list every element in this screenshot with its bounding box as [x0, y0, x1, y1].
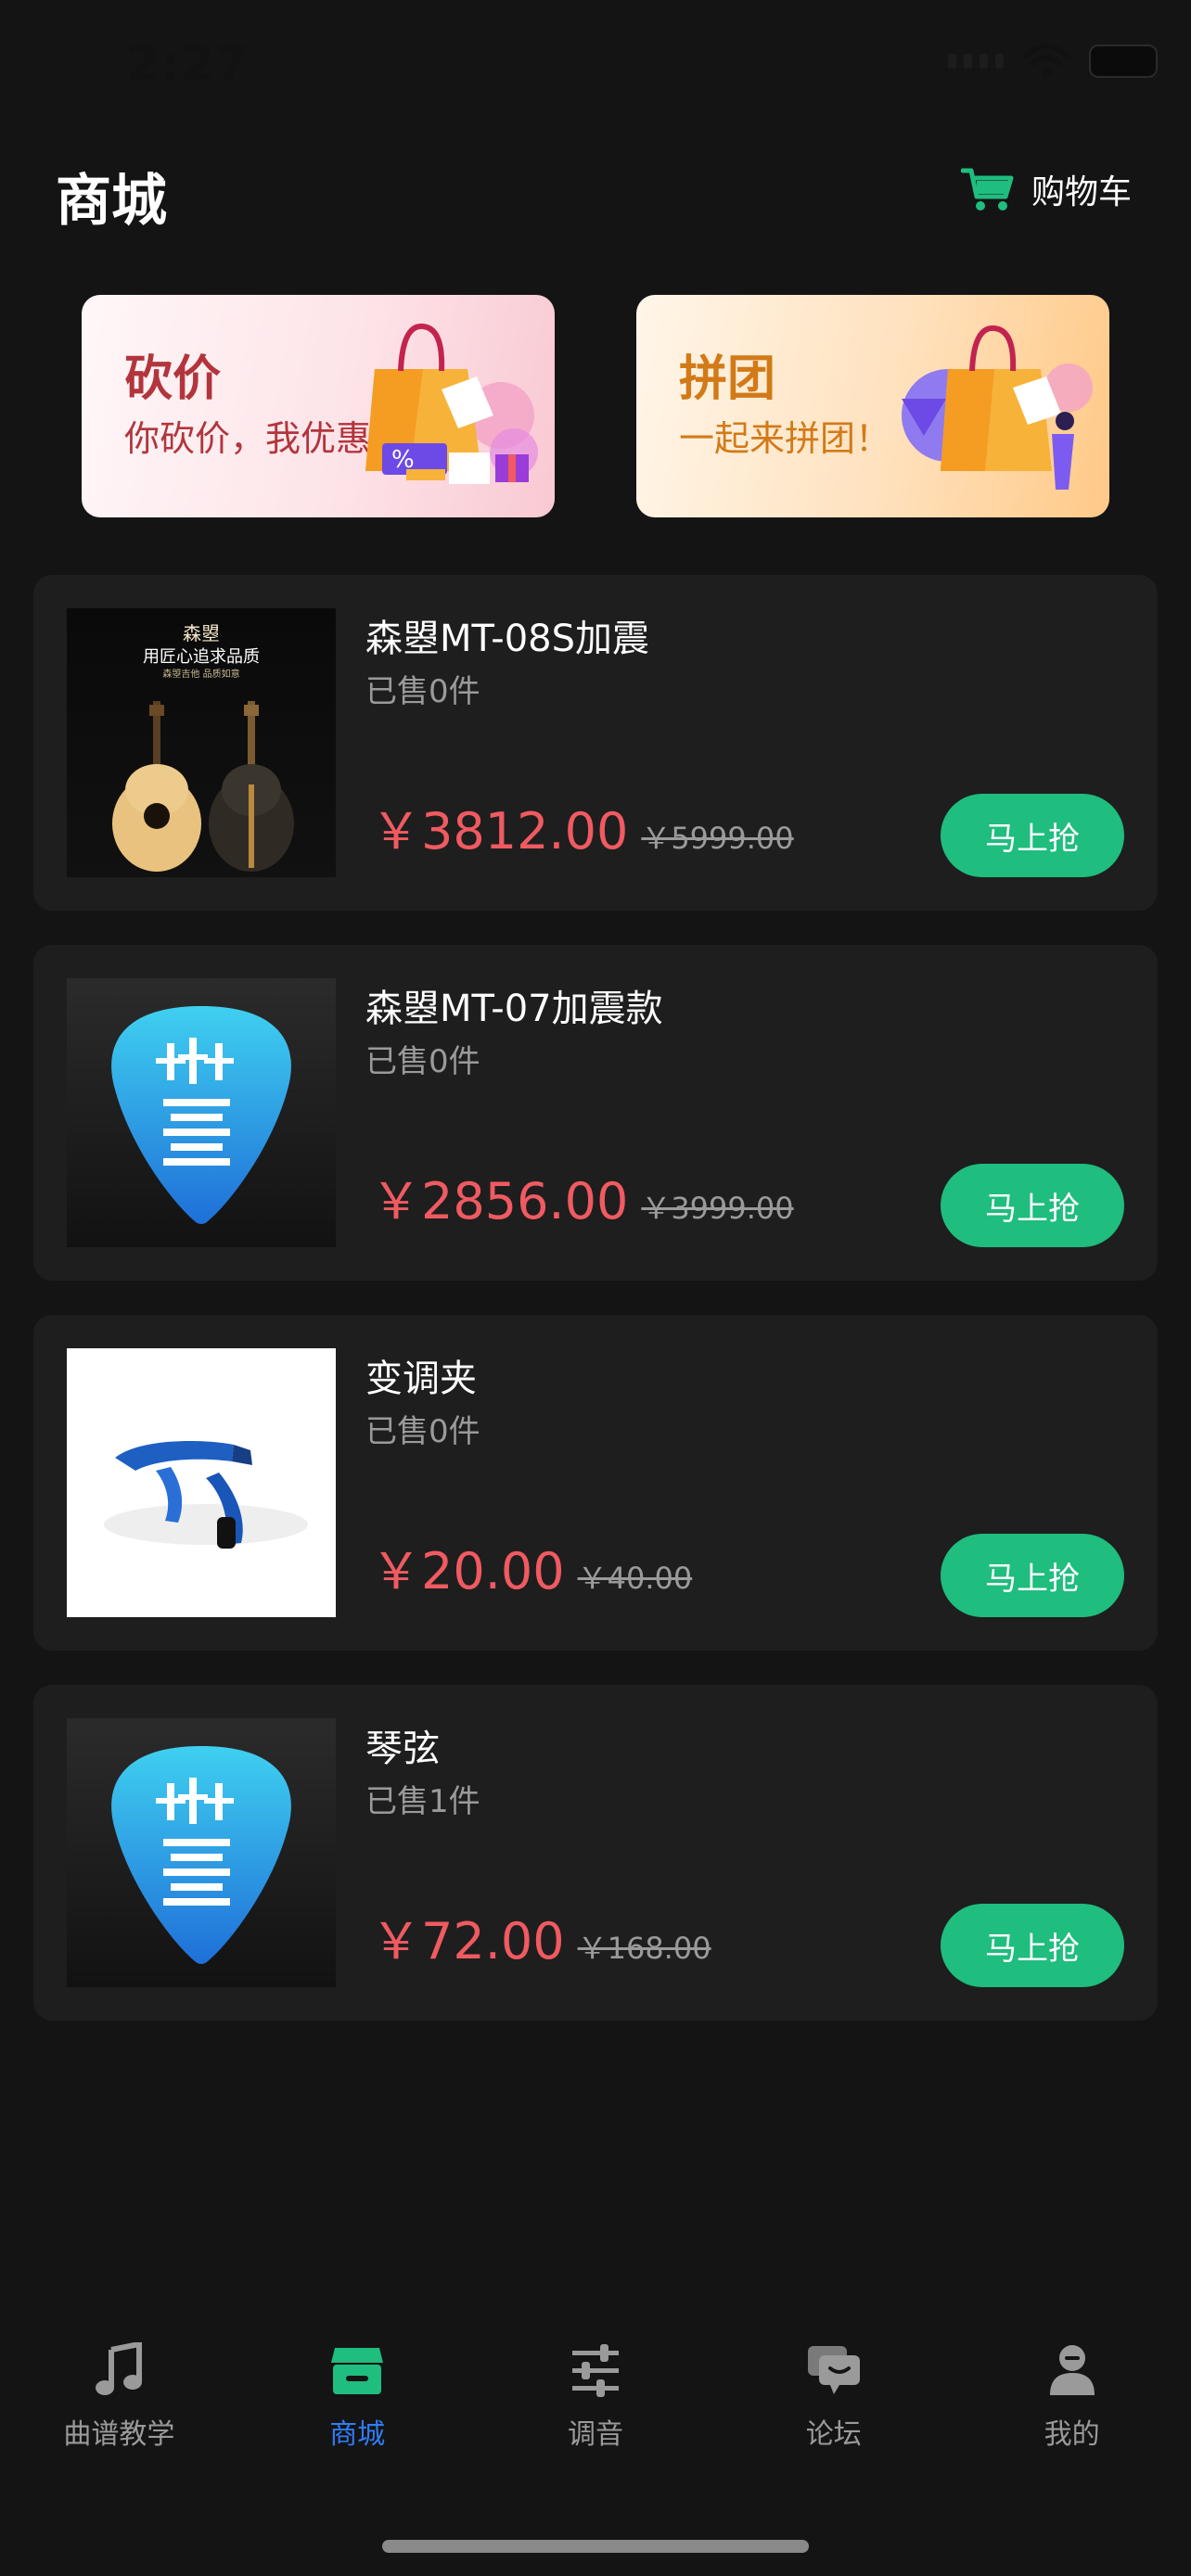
price-row: ￥3812.00 ￥5999.00: [371, 790, 794, 863]
status-icons: [948, 43, 1158, 80]
status-time: 2:27: [126, 37, 250, 93]
thumb-tagline: 用匠心追求品质: [143, 647, 260, 667]
home-indicator: [382, 2540, 809, 2553]
buy-now-button[interactable]: 马上抢: [941, 1164, 1124, 1247]
product-original-price: ￥168.00: [577, 1931, 711, 1966]
tab-profile[interactable]: 我的: [953, 2337, 1191, 2485]
product-image: [67, 1348, 336, 1617]
tab-store[interactable]: 商城: [238, 2337, 477, 2485]
product-sold-count: 已售0件: [365, 673, 480, 710]
thumb-brand: 森曌: [183, 622, 220, 644]
cart-button[interactable]: 购物车: [960, 165, 1132, 213]
buy-now-button[interactable]: 马上抢: [941, 794, 1124, 877]
tab-forum[interactable]: 论坛: [714, 2337, 953, 2485]
product-card[interactable]: 森曌MT-07加震款 已售0件 ￥2856.00 ￥3999.00 马上抢: [33, 945, 1158, 1281]
product-name: 森曌MT-07加震款: [365, 988, 663, 1030]
product-sold-count: 已售0件: [365, 1043, 480, 1080]
store-icon: [331, 2348, 384, 2394]
product-price: ￥2856.00: [371, 1172, 629, 1231]
status-bar: 2:27: [0, 0, 1191, 130]
sliders-icon: [571, 2344, 619, 2397]
product-card[interactable]: 变调夹 已售0件 ￥20.00 ￥40.00 马上抢: [33, 1315, 1158, 1651]
shopping-cart-icon: [960, 168, 1014, 210]
group-buy-banner[interactable]: 拼团 一起来拼团！: [636, 295, 1109, 517]
shopping-bag-illustration: %: [365, 323, 538, 484]
product-name: 琴弦: [365, 1728, 440, 1770]
user-icon: [1049, 2345, 1095, 2395]
group-buy-illustration: [902, 325, 1093, 490]
tab-label: 调音: [567, 2418, 623, 2451]
product-price: ￥72.00: [371, 1912, 565, 1970]
product-price: ￥20.00: [371, 1542, 565, 1600]
wifi-icon: [1023, 44, 1069, 77]
tab-sheet-music[interactable]: 曲谱教学: [0, 2337, 238, 2485]
product-price: ￥3812.00: [371, 802, 629, 861]
group-buy-title: 拼团: [679, 351, 776, 407]
bargain-subtitle: 你砍价，我优惠: [124, 418, 372, 459]
signal-icon: [948, 54, 1004, 69]
tab-label: 曲谱教学: [63, 2418, 175, 2451]
price-row: ￥72.00 ￥168.00: [371, 1900, 711, 1973]
price-row: ￥20.00 ￥40.00: [371, 1530, 692, 1603]
product-sold-count: 已售0件: [365, 1413, 480, 1450]
bargain-title: 砍价: [124, 351, 222, 407]
tab-bar: 曲谱教学 商城 调音 论坛 我的: [0, 2337, 1191, 2485]
buy-now-button[interactable]: 马上抢: [941, 1534, 1124, 1617]
buy-now-button[interactable]: 马上抢: [941, 1904, 1124, 1987]
battery-icon: [1089, 45, 1158, 78]
cart-label: 购物车: [1031, 173, 1132, 211]
bargain-banner[interactable]: 砍价 你砍价，我优惠 %: [82, 295, 555, 517]
thumb-caption: 森曌吉他 品质如意: [162, 668, 239, 680]
tab-label: 商城: [329, 2418, 386, 2451]
page-title: 商城: [56, 169, 167, 234]
product-image: 森曌 用匠心追求品质 森曌吉他 品质如意: [67, 608, 336, 877]
product-original-price: ￥5999.00: [641, 821, 794, 856]
tab-label: 论坛: [805, 2418, 862, 2451]
product-name: 森曌MT-08S加震: [365, 618, 649, 660]
price-row: ￥2856.00 ￥3999.00: [371, 1160, 794, 1233]
chat-bubbles-icon: [807, 2346, 860, 2394]
product-image: [67, 978, 336, 1247]
tab-label: 我的: [1044, 2418, 1100, 2451]
product-sold-count: 已售1件: [365, 1783, 480, 1820]
tab-tuner[interactable]: 调音: [477, 2337, 715, 2485]
product-card[interactable]: 森曌 用匠心追求品质 森曌吉他 品质如意 森曌MT-08S加震 已售0件 ￥38…: [33, 575, 1158, 911]
product-card[interactable]: 琴弦 已售1件 ￥72.00 ￥168.00 马上抢: [33, 1685, 1158, 2021]
product-image: [67, 1718, 336, 1987]
product-name: 变调夹: [365, 1358, 477, 1400]
product-original-price: ￥3999.00: [641, 1191, 794, 1226]
product-original-price: ￥40.00: [577, 1561, 693, 1596]
music-note-icon: [96, 2342, 143, 2395]
group-buy-subtitle: 一起来拼团！: [679, 418, 891, 459]
